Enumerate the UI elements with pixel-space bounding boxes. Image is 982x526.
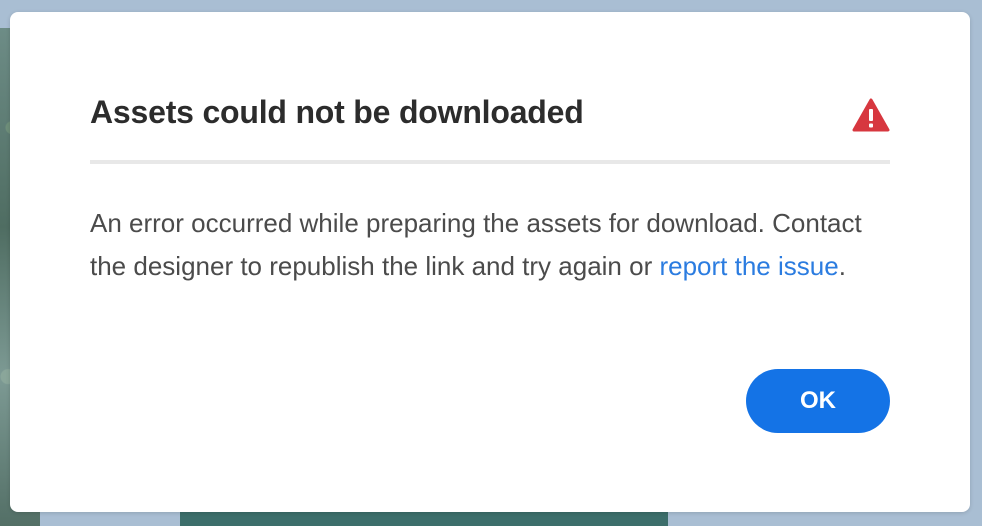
ok-button[interactable]: OK — [746, 369, 890, 433]
page-backdrop: Assets could not be downloaded An error … — [0, 0, 982, 526]
dialog-title: Assets could not be downloaded — [90, 94, 584, 130]
report-issue-link[interactable]: report the issue — [659, 251, 838, 281]
title-divider — [90, 160, 890, 164]
error-dialog: Assets could not be downloaded An error … — [10, 12, 970, 512]
error-message: An error occurred while preparing the as… — [90, 202, 890, 288]
alert-triangle-icon — [852, 98, 890, 132]
error-message-end: . — [838, 251, 846, 281]
